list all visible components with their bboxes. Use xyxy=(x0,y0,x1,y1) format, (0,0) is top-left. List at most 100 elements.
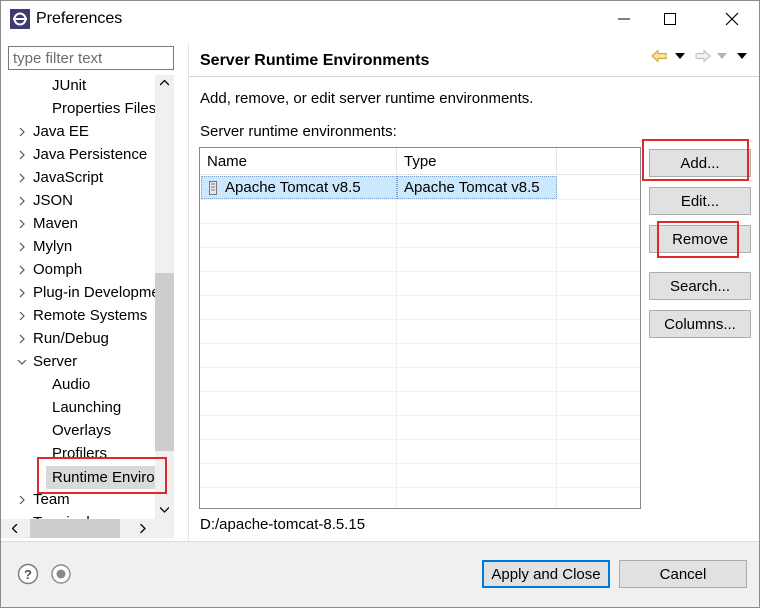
tree-item[interactable]: Remote Systems xyxy=(1,305,155,328)
table-row xyxy=(200,224,640,248)
table-row xyxy=(200,464,640,488)
apply-and-close-button[interactable]: Apply and Close xyxy=(482,560,610,588)
tree-item[interactable]: Run/Debug xyxy=(1,328,155,351)
cell-type xyxy=(397,224,557,247)
table-row xyxy=(200,440,640,464)
svg-text:?: ? xyxy=(24,567,32,582)
filter-input[interactable] xyxy=(9,47,173,69)
close-button[interactable] xyxy=(709,1,755,37)
tree-item-label: Java Persistence xyxy=(33,146,148,163)
expand-arrow-icon[interactable] xyxy=(17,150,27,160)
expand-arrow-icon[interactable] xyxy=(17,219,27,229)
highlight-box-add xyxy=(642,139,749,181)
expand-arrow-icon[interactable] xyxy=(17,196,27,206)
cancel-button[interactable]: Cancel xyxy=(619,560,747,588)
maximize-button[interactable] xyxy=(647,1,693,37)
cell-name xyxy=(201,344,397,367)
tree-item-label: Mylyn xyxy=(33,238,73,255)
forward-dropdown-icon[interactable] xyxy=(717,53,727,59)
expand-arrow-icon[interactable] xyxy=(17,173,27,183)
table-row[interactable]: Apache Tomcat v8.5 Apache Tomcat v8.5 xyxy=(200,176,640,200)
column-header-name[interactable]: Name xyxy=(200,148,397,175)
tree-item[interactable]: Server xyxy=(1,351,155,374)
scroll-down-icon[interactable] xyxy=(160,507,169,513)
view-menu-icon[interactable] xyxy=(737,53,747,59)
tree-item[interactable]: Properties Files xyxy=(1,98,155,121)
tree-item[interactable]: Mylyn xyxy=(1,236,155,259)
table-row xyxy=(200,344,640,368)
runtime-table[interactable]: Name Type Apache Tomcat v8.5 Apache Tomca… xyxy=(199,147,641,509)
tree-item[interactable]: Audio xyxy=(1,374,155,397)
tree-vertical-thumb[interactable] xyxy=(155,273,174,451)
tree-item[interactable]: Maven xyxy=(1,213,155,236)
tree-horizontal-thumb[interactable] xyxy=(30,519,120,538)
runtime-type: Apache Tomcat v8.5 xyxy=(404,179,540,196)
tree-item-label: Plug-in Development xyxy=(33,284,155,301)
cell-type xyxy=(397,296,557,319)
cell-type xyxy=(397,488,557,508)
edit-button[interactable]: Edit... xyxy=(649,187,751,215)
cell-empty xyxy=(557,272,640,295)
tree-horizontal-scrollbar[interactable] xyxy=(1,519,174,538)
server-runtime-icon xyxy=(209,180,217,195)
maximize-icon xyxy=(664,13,676,25)
preferences-window: Preferences JUnit Properties Files Java EE… xyxy=(0,0,760,608)
expand-arrow-icon[interactable] xyxy=(17,127,27,137)
expand-arrow-icon[interactable] xyxy=(17,495,27,505)
tree-item-label: Remote Systems xyxy=(33,307,148,324)
tree-item-label: Audio xyxy=(52,376,91,393)
forward-arrow-icon[interactable] xyxy=(695,49,711,63)
minimize-icon xyxy=(618,18,630,20)
expand-arrow-icon[interactable] xyxy=(17,334,27,344)
scroll-left-icon[interactable] xyxy=(12,524,18,533)
table-row xyxy=(200,248,640,272)
filter-box xyxy=(8,46,174,70)
cell-empty xyxy=(557,344,640,367)
cell-empty xyxy=(557,200,640,223)
header-separator xyxy=(189,76,759,77)
cell-type xyxy=(397,248,557,271)
cell-name xyxy=(201,200,397,223)
table-row xyxy=(200,416,640,440)
cell-name xyxy=(201,224,397,247)
expand-arrow-icon[interactable] xyxy=(17,242,27,252)
expand-arrow-icon[interactable] xyxy=(17,311,27,321)
columns-button[interactable]: Columns... xyxy=(649,310,751,338)
cell-type: Apache Tomcat v8.5 xyxy=(397,176,557,199)
cell-type xyxy=(397,392,557,415)
tree-item[interactable]: Java Persistence xyxy=(1,144,155,167)
panel-divider[interactable] xyxy=(188,43,189,541)
help-icon[interactable]: ? xyxy=(17,563,39,585)
column-header-type[interactable]: Type xyxy=(397,148,557,175)
scroll-up-icon[interactable] xyxy=(160,80,169,86)
cell-empty xyxy=(557,224,640,247)
cell-type xyxy=(397,416,557,439)
title-bar[interactable]: Preferences xyxy=(1,1,759,37)
tree-item[interactable]: Java EE xyxy=(1,121,155,144)
tree-item[interactable]: Oomph xyxy=(1,259,155,282)
search-button[interactable]: Search... xyxy=(649,272,751,300)
record-icon[interactable] xyxy=(50,563,72,585)
tree-item[interactable]: JSON xyxy=(1,190,155,213)
tree-item-label: Server xyxy=(33,353,78,370)
tree-item[interactable]: JUnit xyxy=(1,75,155,98)
tree-item-label: Overlays xyxy=(52,422,112,439)
back-dropdown-icon[interactable] xyxy=(675,53,685,59)
collapse-arrow-icon[interactable] xyxy=(17,357,27,367)
tree-vertical-scrollbar[interactable] xyxy=(155,75,174,519)
tree-item-label: JSON xyxy=(33,192,74,209)
highlight-box-runtime xyxy=(37,457,167,494)
expand-arrow-icon[interactable] xyxy=(17,288,27,298)
runtime-name: Apache Tomcat v8.5 xyxy=(225,179,361,196)
minimize-button[interactable] xyxy=(601,1,647,37)
tree-item[interactable]: Overlays xyxy=(1,420,155,443)
scroll-right-icon[interactable] xyxy=(140,524,146,533)
tree-item[interactable]: Plug-in Development xyxy=(1,282,155,305)
cell-name xyxy=(201,488,397,508)
expand-arrow-icon[interactable] xyxy=(17,265,27,275)
cell-empty xyxy=(557,176,640,199)
tree-item[interactable]: JavaScript xyxy=(1,167,155,190)
tree-item[interactable]: Terminal xyxy=(1,512,155,519)
back-arrow-icon[interactable] xyxy=(651,49,667,63)
tree-item[interactable]: Launching xyxy=(1,397,155,420)
